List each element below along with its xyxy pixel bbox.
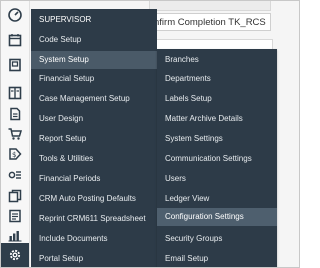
submenu-item-branches[interactable]: Branches [157, 51, 277, 69]
submenu-item-users[interactable]: Users [157, 170, 277, 188]
app-window: nfirm Completion TK_RCS $ SUPERVISOR Cod… [0, 0, 300, 268]
icon-sidebar: $ [1, 1, 30, 267]
contact-card-icon[interactable] [1, 53, 29, 77]
menu-item-report-setup[interactable]: Report Setup [31, 130, 157, 148]
background-text-field[interactable]: nfirm Completion TK_RCS [151, 13, 271, 31]
menu-item-case-management-setup[interactable]: Case Management Setup [31, 90, 157, 108]
menu-item-financial-periods[interactable]: Financial Periods [31, 170, 157, 188]
submenu-item-ledger-view[interactable]: Ledger View [157, 190, 277, 208]
submenu-item-security-groups[interactable]: Security Groups [157, 230, 277, 248]
gear-settings-icon[interactable] [1, 243, 29, 267]
menu-item-portal-setup[interactable]: Portal Setup [31, 250, 157, 267]
submenu-item-labels-setup[interactable]: Labels Setup [157, 90, 277, 108]
menu-item-user-design[interactable]: User Design [31, 110, 157, 128]
menu-item-reprint-crm611-spreadsheet[interactable]: Reprint CRM611 Spreadsheet [31, 210, 157, 228]
menu-item-crm-auto-posting-defaults[interactable]: CRM Auto Posting Defaults [31, 190, 157, 208]
background-field-top [149, 1, 271, 11]
menu-item-financial-setup[interactable]: Financial Setup [31, 70, 157, 88]
menu-item-tools-utilities[interactable]: Tools & Utilities [31, 150, 157, 168]
submenu-item-communication-settings[interactable]: Communication Settings [157, 150, 277, 168]
menu-item-system-setup[interactable]: System Setup [31, 51, 157, 69]
calendar-icon[interactable] [1, 28, 29, 52]
system-setup-submenu: Branches Departments Labels Setup Matter… [157, 49, 277, 267]
submenu-item-configuration-settings[interactable]: Configuration Settings [157, 208, 277, 226]
submenu-item-departments[interactable]: Departments [157, 70, 277, 88]
submenu-item-email-setup[interactable]: Email Setup [157, 250, 277, 267]
submenu-item-system-settings[interactable]: System Settings [157, 130, 277, 148]
submenu-item-matter-archive-details[interactable]: Matter Archive Details [157, 110, 277, 128]
dashboard-gauge-icon[interactable] [1, 3, 29, 27]
menu-item-code-setup[interactable]: Code Setup [31, 31, 157, 49]
menu-item-include-documents[interactable]: Include Documents [31, 230, 157, 248]
menu-header-supervisor: SUPERVISOR [39, 15, 92, 24]
supervisor-menu: SUPERVISOR Code Setup System Setup Finan… [31, 9, 157, 267]
svg-text:$: $ [12, 151, 16, 159]
